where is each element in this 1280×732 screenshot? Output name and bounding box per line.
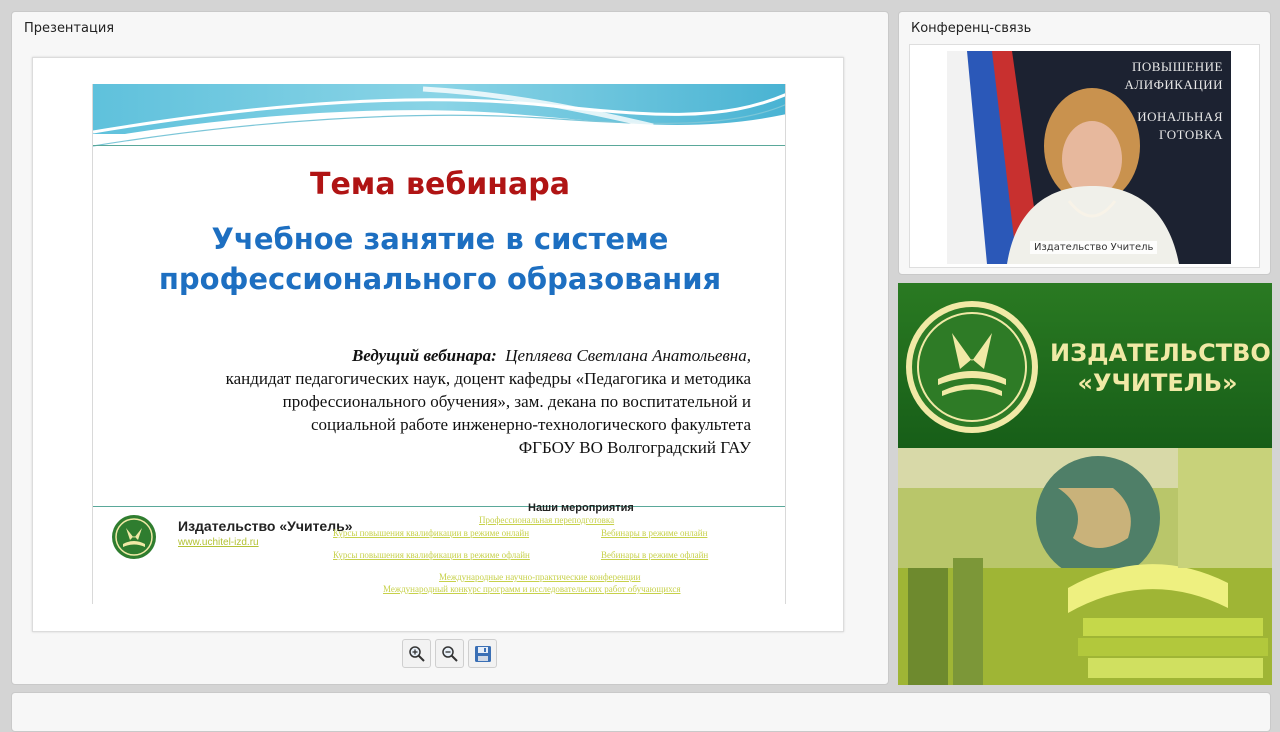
video-bg-text: ПОВЫШЕНИЕ bbox=[1131, 59, 1223, 74]
slide-host-info: Ведущий вебинара: Цепляева Светлана Анат… bbox=[151, 344, 751, 459]
video-participant-label: Издательство Учитель bbox=[1030, 241, 1158, 254]
event-link[interactable]: Вебинары в режиме онлайн bbox=[601, 528, 707, 538]
banner-publisher-name: ИЗДАТЕЛЬСТВО «УЧИТЕЛЬ» bbox=[1050, 338, 1271, 398]
bottom-panel bbox=[11, 692, 1271, 732]
books-globe-image bbox=[898, 448, 1272, 685]
event-link[interactable]: Курсы повышения квалификации в режиме оф… bbox=[333, 550, 530, 560]
slide-header-rule bbox=[93, 145, 785, 146]
presentation-panel-title: Презентация bbox=[24, 21, 115, 36]
slide-footer-rule bbox=[93, 506, 785, 507]
slide-toolbar bbox=[402, 639, 497, 668]
slide: Тема вебинара Учебное занятие в системе … bbox=[92, 84, 786, 604]
zoom-in-button[interactable] bbox=[402, 639, 431, 668]
events-title: Наши мероприятия bbox=[528, 502, 634, 514]
footer-url-link[interactable]: www.uchitel-izd.ru bbox=[178, 537, 259, 548]
video-bg-text: ГОТОВКА bbox=[1159, 127, 1223, 142]
host-line: кандидат педагогических наук, доцент каф… bbox=[225, 369, 751, 388]
publisher-banner: ИЗДАТЕЛЬСТВО «УЧИТЕЛЬ» bbox=[898, 283, 1272, 685]
event-link[interactable]: Международные научно-практические конфер… bbox=[439, 572, 640, 582]
video-bg-text: ИОНАЛЬНАЯ bbox=[1137, 109, 1223, 124]
zoom-in-icon bbox=[408, 645, 425, 662]
host-line: ФГБОУ ВО Волгоградский ГАУ bbox=[518, 438, 751, 457]
host-name: Цепляева Светлана Анатольевна, bbox=[505, 346, 751, 365]
event-link[interactable]: Курсы повышения квалификации в режиме он… bbox=[333, 528, 529, 538]
publisher-emblem-icon bbox=[906, 301, 1038, 433]
save-icon bbox=[474, 645, 491, 662]
conference-panel-title: Конференц-связь bbox=[911, 21, 1032, 36]
event-link[interactable]: Вебинары в режиме офлайн bbox=[601, 550, 708, 560]
zoom-out-button[interactable] bbox=[435, 639, 464, 668]
zoom-out-icon bbox=[441, 645, 458, 662]
banner-header: ИЗДАТЕЛЬСТВО «УЧИТЕЛЬ» bbox=[898, 283, 1272, 448]
host-line: профессионального обучения», зам. декана… bbox=[282, 392, 751, 411]
event-link[interactable]: Международный конкурс программ и исследо… bbox=[383, 584, 681, 594]
event-link[interactable]: Профессиональная переподготовка bbox=[479, 515, 614, 525]
slide-topic: Тема вебинара bbox=[309, 167, 570, 202]
slide-viewport[interactable]: Тема вебинара Учебное занятие в системе … bbox=[32, 57, 844, 632]
host-line: социальной работе инженерно-технологичес… bbox=[311, 415, 751, 434]
slide-header-wave bbox=[93, 84, 785, 154]
footer-publisher: Издательство «Учитель» bbox=[178, 518, 353, 534]
banner-name-line: «УЧИТЕЛЬ» bbox=[1077, 369, 1238, 397]
publisher-logo-icon bbox=[112, 515, 156, 559]
video-frame[interactable]: ПОВЫШЕНИЕ АЛИФИКАЦИИ ИОНАЛЬНАЯ ГОТОВКА И… bbox=[909, 44, 1260, 268]
save-button[interactable] bbox=[468, 639, 497, 668]
slide-title: Учебное занятие в системе профессиональн… bbox=[158, 222, 722, 296]
video-feed: ПОВЫШЕНИЕ АЛИФИКАЦИИ ИОНАЛЬНАЯ ГОТОВКА И… bbox=[947, 51, 1231, 264]
host-label: Ведущий вебинара: bbox=[351, 346, 497, 365]
banner-name-line: ИЗДАТЕЛЬСТВО bbox=[1050, 339, 1271, 367]
video-bg-text: АЛИФИКАЦИИ bbox=[1124, 77, 1223, 92]
conference-panel: Конференц-связь ПОВЫШЕНИЕ АЛИФИКАЦИИ ИОН… bbox=[898, 11, 1271, 275]
presentation-panel: Презентация Тема вебинара Учебное заняти… bbox=[11, 11, 889, 685]
